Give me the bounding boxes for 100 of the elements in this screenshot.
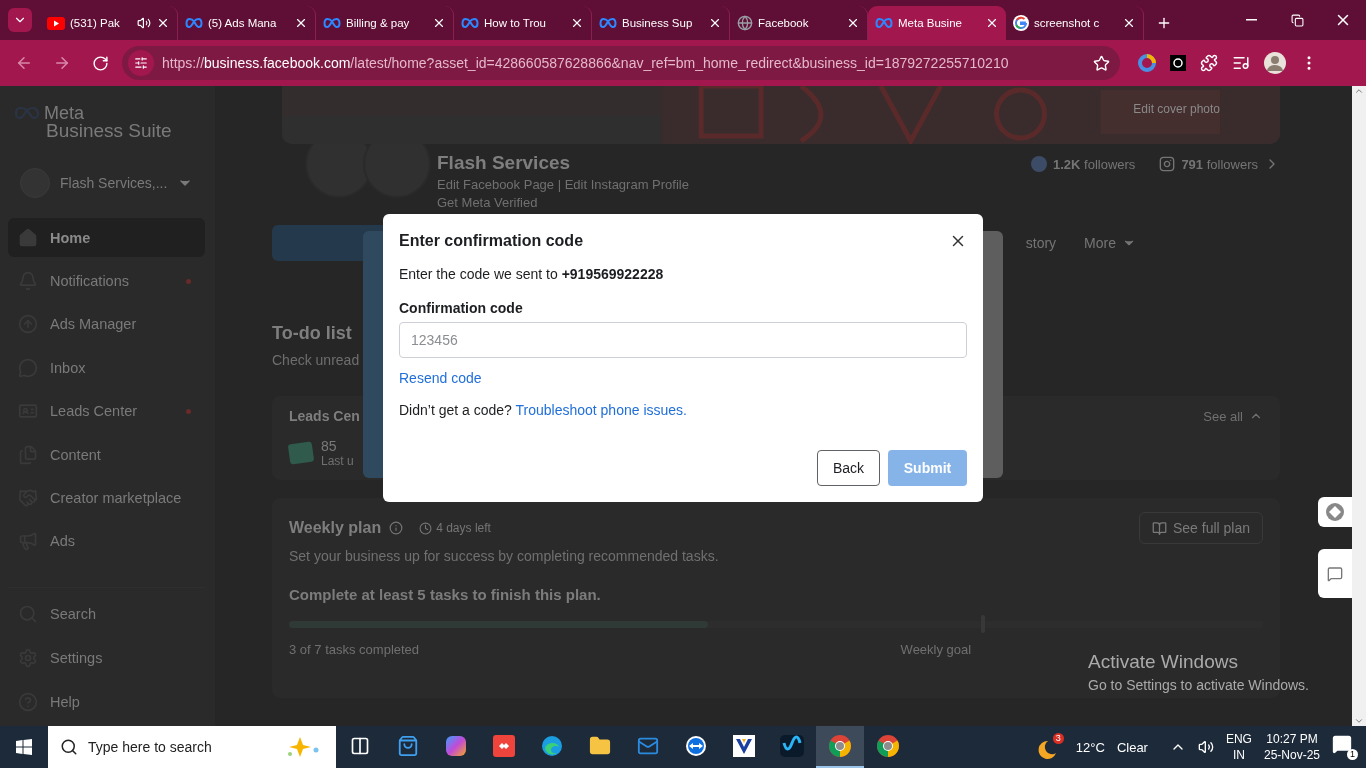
media-icon[interactable] bbox=[1232, 54, 1250, 72]
infinity-icon bbox=[185, 17, 203, 29]
close-icon[interactable] bbox=[156, 16, 170, 30]
side-widget[interactable] bbox=[1318, 549, 1352, 598]
extension-icon[interactable] bbox=[1170, 55, 1186, 71]
clock-icon bbox=[419, 521, 433, 535]
arrow-right-icon bbox=[53, 54, 71, 72]
close-icon[interactable] bbox=[570, 16, 584, 30]
nav-item[interactable]: Leads Center bbox=[8, 391, 205, 431]
product-name: Business Suite bbox=[45, 122, 173, 140]
message-icon bbox=[1332, 734, 1352, 754]
browser-icon bbox=[876, 734, 900, 758]
nav-item[interactable]: Search bbox=[8, 594, 205, 634]
info-icon bbox=[389, 521, 404, 535]
taskbar-search[interactable]: Type here to search bbox=[48, 726, 336, 768]
sliders-icon bbox=[134, 56, 148, 70]
dialog-message: Enter the code we sent to +919569922228 bbox=[399, 266, 665, 282]
check-logo-icon bbox=[733, 735, 755, 757]
lead-count: 85 bbox=[321, 438, 338, 454]
nav-item[interactable]: Help bbox=[8, 682, 205, 722]
brand-name: Meta bbox=[44, 104, 85, 122]
infinity-icon bbox=[599, 17, 617, 29]
chat-icon bbox=[1327, 565, 1343, 582]
page-tab[interactable]: More bbox=[1070, 235, 1150, 251]
nav-item[interactable]: Ads bbox=[8, 521, 205, 561]
nav-item[interactable]: Content bbox=[8, 434, 205, 475]
avatar-icon[interactable] bbox=[1264, 52, 1286, 74]
resend-link[interactable]: Resend code bbox=[399, 370, 967, 386]
last-updated: Last u bbox=[321, 454, 354, 468]
infinity-icon bbox=[323, 17, 341, 29]
gradient-tile-icon bbox=[445, 735, 467, 757]
loop-icon bbox=[780, 735, 804, 757]
help-text: Didn’t get a code? Troubleshoot phone issues. bbox=[399, 402, 688, 418]
close-icon[interactable] bbox=[846, 16, 860, 30]
address-bar[interactable]: https://business.facebook.com/latest/home?asset_id=428660587628866&nav_ref=bm_home_redirect&business_id=1879272255710210 bbox=[122, 46, 1120, 80]
temperature: 12°C bbox=[1075, 739, 1105, 755]
reload-icon bbox=[91, 54, 109, 72]
verified-link[interactable]: Get Meta Verified bbox=[437, 195, 689, 210]
ring-logo-icon[interactable] bbox=[1138, 54, 1156, 72]
section-title: To-do list bbox=[272, 323, 352, 344]
shopping-bag-icon bbox=[397, 735, 419, 757]
language-indicator[interactable]: ENG IN bbox=[1225, 731, 1252, 763]
progress-text: 3 of 7 tasks completed bbox=[289, 642, 420, 657]
code-input[interactable]: 123456 bbox=[399, 322, 967, 358]
browser-tab[interactable]: Meta Busine bbox=[868, 6, 1006, 40]
plan-goal: Complete at least 5 tasks to finish this plan. bbox=[289, 586, 602, 603]
nav-item[interactable]: Notifications bbox=[8, 261, 205, 301]
video-play-icon bbox=[47, 16, 65, 30]
ticket-icon bbox=[287, 441, 315, 465]
camera-icon bbox=[1159, 156, 1176, 172]
puzzle-icon[interactable] bbox=[1200, 54, 1218, 72]
infinity-icon bbox=[461, 17, 479, 29]
star-icon[interactable] bbox=[1093, 54, 1110, 72]
close-icon[interactable] bbox=[708, 16, 722, 30]
goal-label: Weekly goal bbox=[900, 642, 972, 657]
activation-text: Go to Settings to activate Windows. bbox=[1088, 677, 1309, 693]
card-title: Leads Cen bbox=[289, 408, 360, 424]
speaker-icon[interactable] bbox=[1197, 739, 1214, 755]
windows-logo-icon bbox=[16, 739, 32, 755]
dialog-button[interactable]: Back bbox=[817, 450, 880, 486]
nav-item[interactable]: Creator marketplace bbox=[8, 478, 205, 518]
infinity-icon bbox=[875, 17, 893, 29]
search-icon bbox=[60, 738, 78, 756]
mail-icon bbox=[637, 735, 659, 757]
arrows-circle-icon bbox=[685, 735, 707, 757]
restore-icon bbox=[1290, 13, 1304, 27]
activation-title: Activate Windows bbox=[1088, 651, 1239, 673]
follower-count: 1.2K followers bbox=[1053, 156, 1136, 172]
deadline-label: 4 days left bbox=[436, 521, 491, 535]
infinity-icon bbox=[14, 106, 40, 120]
diamond-tile-icon bbox=[493, 735, 515, 757]
book-icon bbox=[1151, 520, 1167, 536]
close-icon[interactable] bbox=[432, 16, 446, 30]
globe-icon bbox=[737, 15, 753, 31]
section-subtitle: Check unread bbox=[272, 352, 360, 368]
page-name: Flash Services bbox=[437, 152, 572, 174]
see-all-link[interactable]: See all bbox=[1203, 408, 1263, 424]
edit-links[interactable]: Edit Facebook Page | Edit Instagram Profile bbox=[437, 177, 689, 192]
page-tab[interactable]: story bbox=[1011, 235, 1071, 251]
close-icon[interactable] bbox=[1122, 16, 1136, 30]
weather-widget[interactable]: 3 bbox=[1033, 733, 1064, 761]
account-switcher[interactable]: Flash Services,... bbox=[60, 175, 168, 191]
close-icon[interactable] bbox=[294, 16, 308, 30]
site-settings-button[interactable] bbox=[128, 50, 154, 76]
follower-count: 791 followers bbox=[1181, 156, 1258, 172]
clock[interactable]: 10:27 PM 25-Nov-25 bbox=[1263, 731, 1320, 763]
nav-item[interactable]: Ads Manager bbox=[8, 304, 205, 345]
url-text: https://business.facebook.com/latest/home?asset_id=428660587628866&nav_ref=bm_home_redirect&business_id=1879272255710210 bbox=[162, 55, 1010, 71]
notification-button[interactable]: 1 bbox=[1332, 734, 1358, 760]
see-full-plan-button[interactable]: See full plan bbox=[1138, 512, 1263, 544]
side-widget[interactable] bbox=[1318, 497, 1352, 527]
task-view-icon bbox=[350, 736, 370, 756]
tab-search-button[interactable] bbox=[8, 8, 32, 32]
troubleshoot-link[interactable]: Troubleshoot phone issues. bbox=[515, 402, 687, 418]
nav-item[interactable]: Settings bbox=[8, 638, 205, 678]
nav-item[interactable]: Home bbox=[8, 218, 205, 258]
minimize-icon bbox=[1245, 19, 1257, 21]
close-icon[interactable] bbox=[985, 16, 999, 30]
dialog-title: Enter confirmation code bbox=[399, 232, 584, 250]
nav-item[interactable]: Inbox bbox=[8, 348, 205, 388]
